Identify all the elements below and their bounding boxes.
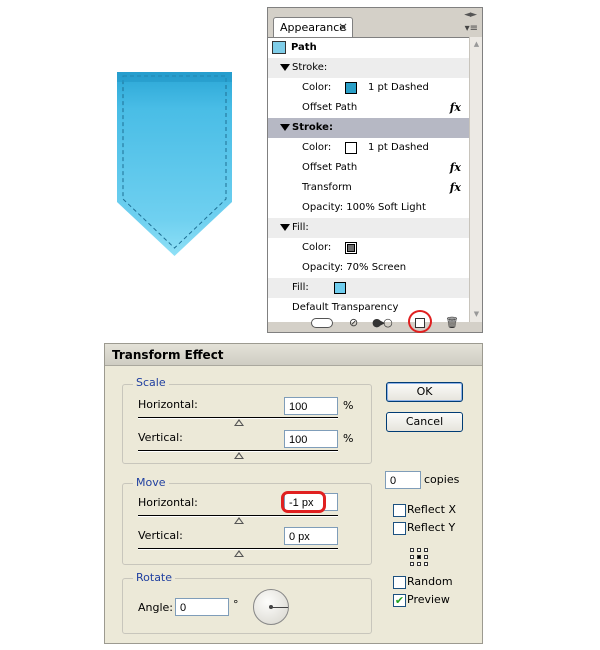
fx-icon: fx [449,181,461,194]
reduce-to-basic-icon[interactable]: ●▸○ [372,317,393,329]
transform-row[interactable]: Transform fx [268,178,469,198]
stroke-row-2[interactable]: Stroke: [268,118,469,138]
path-header-row[interactable]: Path [268,38,469,58]
opacity-label[interactable]: Opacity: 70% Screen [302,258,406,278]
expand-triangle-icon[interactable] [280,58,292,78]
delete-item-icon[interactable]: 🗑 [445,317,459,329]
random-checkbox[interactable] [393,576,406,589]
fill-row-2[interactable]: Fill: [268,278,469,298]
slider-thumb[interactable] [234,452,244,459]
degree-unit: ° [233,598,239,611]
color-label: Color: [302,142,332,153]
scale-group [122,384,372,464]
stroke-weight-value[interactable]: 1 pt Dashed [368,78,429,98]
scroll-down-icon[interactable]: ▼ [471,309,482,320]
panel-menu-icon[interactable]: ▾≡ [465,23,478,34]
dial-hand [271,607,288,608]
tab-appearance-label: Appearance [280,21,347,34]
angle-label: Angle: [138,601,174,614]
slider-thumb[interactable] [234,419,244,426]
appearance-list: Path Stroke: Color: 1 pt Dashed Offset P… [268,37,469,322]
angle-input[interactable] [175,598,229,616]
scale-vertical-input[interactable] [284,430,338,448]
highlight-box [281,491,326,513]
ribbon-artwork [117,72,232,256]
reflect-x-label[interactable]: Reflect X [407,503,456,516]
fill-row[interactable]: Fill: [268,218,469,238]
fill-opacity-row[interactable]: Opacity: 70% Screen [268,258,469,278]
highlight-circle [408,310,432,333]
preview-checkbox[interactable]: ✔ [393,594,406,607]
move-group-label: Move [133,476,169,489]
slider-thumb[interactable] [234,550,244,557]
panel-scrollbar[interactable]: ▲ ▼ [469,37,482,322]
stroke-label: Stroke: [292,62,328,73]
percent-unit: % [343,399,354,412]
effect-label[interactable]: Offset Path [302,98,357,118]
color-label: Color: [302,82,332,93]
scale-vertical-label: Vertical: [138,431,183,444]
angle-dial[interactable] [253,589,289,625]
stroke-color-swatch[interactable] [345,82,357,94]
effect-label[interactable]: Transform [302,178,352,198]
color-label: Color: [302,242,332,253]
fill-label: Fill: [292,222,309,233]
fx-icon: fx [449,101,461,114]
path-thumbnail-icon [272,41,286,54]
move-vertical-input[interactable] [284,527,338,545]
collapse-panel-icon[interactable]: ◄► [464,10,477,20]
copies-label: copies [424,473,460,486]
dial-center [269,605,273,609]
transparency-label: Default Transparency [292,302,399,313]
slider-thumb[interactable] [234,517,244,524]
stroke-color-row-2[interactable]: Color: 1 pt Dashed [268,138,469,158]
dialog-title: Transform Effect [105,344,482,366]
offset-path-row-2[interactable]: Offset Path fx [268,158,469,178]
scale-group-label: Scale [133,376,169,389]
effect-label[interactable]: Offset Path [302,158,357,178]
stroke-color-row-1[interactable]: Color: 1 pt Dashed [268,78,469,98]
reflect-y-checkbox[interactable] [393,522,406,535]
stroke-label: Stroke: [292,122,333,133]
random-label[interactable]: Random [407,575,453,588]
scale-horizontal-input[interactable] [284,397,338,415]
fill-color-swatch[interactable] [345,242,357,254]
move-horizontal-label: Horizontal: [138,496,198,509]
rotate-group-label: Rotate [133,571,176,584]
percent-unit: % [343,432,354,445]
offset-path-row-1[interactable]: Offset Path fx [268,98,469,118]
stroke-color-swatch[interactable] [345,142,357,154]
panel-tabbar: Appearance × ◄► ▾≡ [268,8,482,38]
fx-icon: fx [449,161,461,174]
scroll-up-icon[interactable]: ▲ [471,39,482,50]
move-vertical-label: Vertical: [138,529,183,542]
fill-color-row[interactable]: Color: [268,238,469,258]
opacity-label[interactable]: Opacity: 100% Soft Light [302,198,426,218]
reflect-x-checkbox[interactable] [393,504,406,517]
expand-triangle-icon[interactable] [280,118,292,138]
close-icon[interactable]: × [338,20,348,34]
preview-label[interactable]: Preview [407,593,450,606]
new-art-maintains-appearance-icon[interactable] [311,318,333,328]
stroke-opacity-row[interactable]: Opacity: 100% Soft Light [268,198,469,218]
ok-button[interactable]: OK [386,382,463,402]
tab-appearance[interactable]: Appearance × [273,17,353,38]
clear-appearance-icon[interactable]: ⊘ [349,317,358,329]
stroke-weight-value[interactable]: 1 pt Dashed [368,138,429,158]
copies-input[interactable] [385,471,421,489]
stroke-row-1[interactable]: Stroke: [268,58,469,78]
default-transparency-row[interactable]: Default Transparency [268,298,469,318]
scale-horizontal-label: Horizontal: [138,398,198,411]
cancel-button[interactable]: Cancel [386,412,463,432]
appearance-panel: Appearance × ◄► ▾≡ Path Stroke: Color: 1… [267,7,483,333]
reference-point-icon[interactable] [410,548,428,566]
path-title: Path [291,42,317,53]
expand-triangle-icon[interactable] [280,218,292,238]
fill-color-swatch[interactable] [334,282,346,294]
reflect-y-label[interactable]: Reflect Y [407,521,455,534]
fill-label: Fill: [292,282,309,293]
